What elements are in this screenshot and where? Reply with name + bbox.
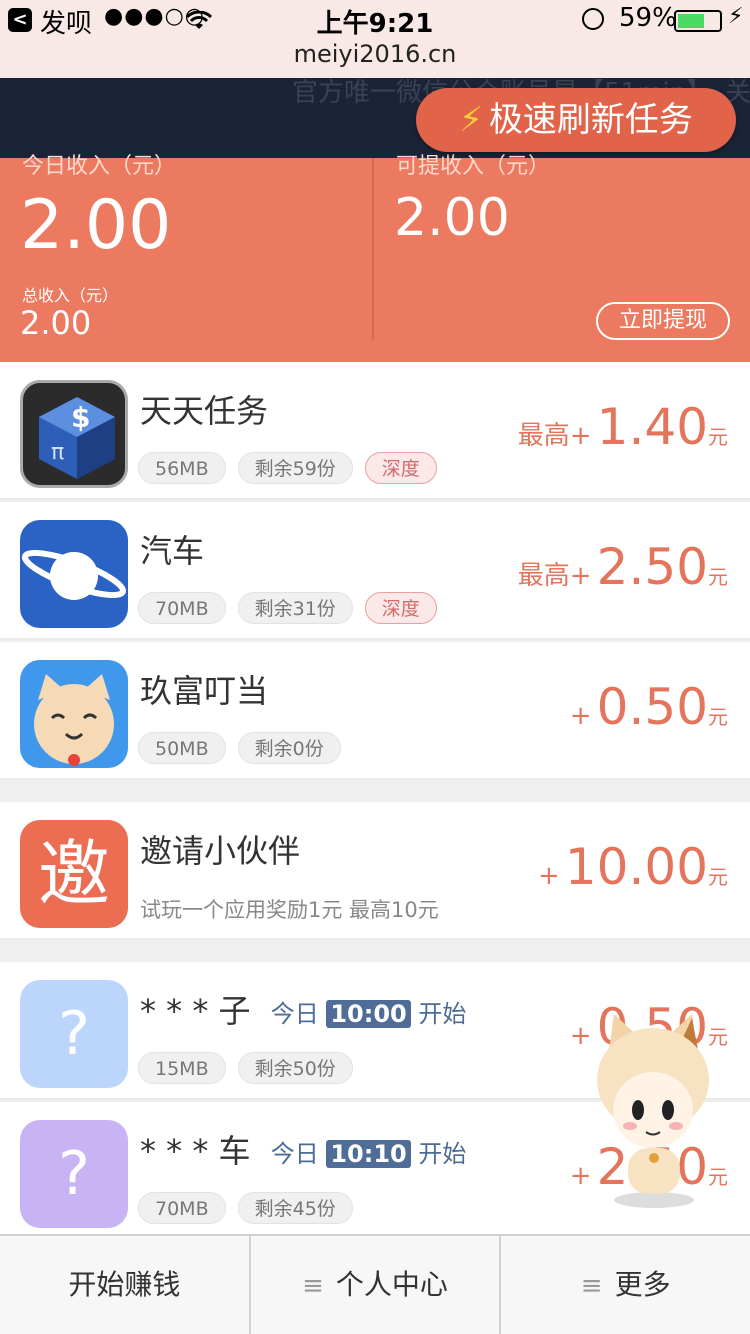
lightning-icon: ⚡ bbox=[459, 100, 483, 140]
charging-icon: ⚡ bbox=[728, 4, 744, 29]
masked-name: * * * 子 bbox=[140, 992, 251, 1030]
reward-prefix: + bbox=[537, 861, 560, 891]
reward-amount: 10.00 bbox=[564, 838, 708, 896]
tab-label: 个人中心 bbox=[335, 1268, 448, 1301]
task-reward: 最高+ 2.50元 bbox=[518, 538, 728, 596]
menu-icon: ≡ bbox=[302, 1271, 324, 1301]
question-mark-icon: ? bbox=[20, 980, 128, 1088]
invite-reward: + 10.00元 bbox=[538, 838, 728, 896]
total-income-label: 总收入（元） bbox=[22, 286, 119, 305]
schedule-time: 10:10 bbox=[326, 1140, 411, 1168]
total-income-value: 2.00 bbox=[20, 304, 92, 342]
reward-amount: 2.50 bbox=[596, 538, 708, 596]
reward-unit: 元 bbox=[708, 425, 728, 449]
menu-icon: ≡ bbox=[580, 1271, 603, 1301]
reward-prefix: 最高+ bbox=[517, 561, 592, 591]
reward-unit: 元 bbox=[708, 865, 728, 889]
task-reward: + 0.50元 bbox=[570, 678, 728, 736]
svg-text:$: $ bbox=[71, 401, 90, 434]
question-mark-icon: ? bbox=[20, 1120, 128, 1228]
remaining-tag: 剩余31份 bbox=[237, 592, 353, 624]
invite-icon: 邀 bbox=[20, 820, 128, 928]
reward-unit: 元 bbox=[708, 565, 728, 589]
schedule: 今日 10:10 开始 bbox=[270, 1140, 467, 1168]
depth-badge: 深度 bbox=[364, 452, 437, 484]
task-name: * * * 车 今日 10:10 开始 bbox=[140, 1126, 466, 1172]
remaining-tag: 剩余0份 bbox=[237, 732, 341, 764]
size-tag: 50MB bbox=[138, 732, 226, 764]
task-row[interactable]: $ π 天天任务 56MB 剩余59份 深度 最高+ 1.40元 bbox=[0, 362, 750, 500]
schedule-action: 开始 bbox=[418, 1140, 467, 1168]
size-tag: 70MB bbox=[138, 1192, 226, 1224]
tab-more[interactable]: ≡ 更多 bbox=[501, 1236, 750, 1334]
size-tag: 56MB bbox=[138, 452, 226, 484]
size-tag: 15MB bbox=[138, 1052, 226, 1084]
today-income-label: 今日收入（元） bbox=[22, 154, 177, 179]
refresh-tasks-button[interactable]: ⚡ 极速刷新任务 bbox=[416, 88, 736, 152]
remaining-tag: 剩余59份 bbox=[237, 452, 353, 484]
reward-amount: 0.50 bbox=[596, 678, 708, 736]
schedule-day: 今日 bbox=[270, 1000, 319, 1028]
today-income-value: 2.00 bbox=[20, 186, 172, 265]
remaining-tag: 剩余50份 bbox=[237, 1052, 353, 1084]
refresh-label: 极速刷新任务 bbox=[488, 100, 693, 140]
available-income-label: 可提收入（元） bbox=[396, 154, 551, 179]
schedule-day: 今日 bbox=[270, 1140, 319, 1168]
tab-label: 更多 bbox=[614, 1268, 671, 1301]
invite-title: 邀请小伙伴 bbox=[140, 832, 301, 870]
task-name: 汽车 bbox=[140, 532, 205, 570]
cat-mascot-icon[interactable] bbox=[584, 1010, 722, 1210]
task-name: 天天任务 bbox=[140, 392, 269, 430]
withdraw-button[interactable]: 立即提现 bbox=[596, 302, 730, 340]
dollar-cube-app-icon: $ π bbox=[20, 380, 128, 488]
battery-icon bbox=[674, 10, 722, 32]
income-panel: 今日收入（元） 2.00 总收入（元） 2.00 可提收入（元） 2.00 立即… bbox=[0, 154, 750, 362]
invite-subtitle: 试玩一个应用奖励1元 最高10元 bbox=[140, 898, 439, 922]
reward-amount: 1.40 bbox=[596, 398, 708, 456]
size-tag: 70MB bbox=[138, 592, 226, 624]
invite-row[interactable]: 邀 邀请小伙伴 试玩一个应用奖励1元 最高10元 + 10.00元 bbox=[0, 802, 750, 940]
depth-badge: 深度 bbox=[364, 592, 437, 624]
task-row[interactable]: 玖富叮当 50MB 剩余0份 + 0.50元 bbox=[0, 642, 750, 780]
tab-start-earning[interactable]: 开始赚钱 bbox=[0, 1236, 251, 1334]
available-income-value: 2.00 bbox=[394, 188, 510, 248]
bottom-tab-bar: 开始赚钱 ≡ 个人中心 ≡ 更多 bbox=[0, 1234, 750, 1334]
tab-profile[interactable]: ≡ 个人中心 bbox=[251, 1236, 502, 1334]
battery-percent: 59% bbox=[619, 3, 677, 33]
planet-app-icon bbox=[20, 520, 128, 628]
divider bbox=[372, 158, 374, 340]
task-name: 玖富叮当 bbox=[140, 672, 269, 710]
schedule: 今日 10:00 开始 bbox=[270, 1000, 467, 1028]
url-bar[interactable]: meiyi2016.cn bbox=[0, 40, 750, 78]
reward-unit: 元 bbox=[708, 705, 728, 729]
schedule-time: 10:00 bbox=[326, 1000, 411, 1028]
reward-prefix: + bbox=[569, 701, 592, 731]
reward-prefix: 最高+ bbox=[517, 421, 592, 451]
schedule-action: 开始 bbox=[418, 1000, 467, 1028]
svg-text:π: π bbox=[51, 440, 64, 465]
remaining-tag: 剩余45份 bbox=[237, 1192, 353, 1224]
masked-name: * * * 车 bbox=[140, 1132, 251, 1170]
task-name: * * * 子 今日 10:00 开始 bbox=[140, 986, 466, 1032]
cat-app-icon bbox=[20, 660, 128, 768]
tab-label: 开始赚钱 bbox=[68, 1268, 181, 1301]
status-bar: < 发呗 ●●●○○ 上午9:21 59% ⚡ bbox=[0, 0, 750, 40]
task-reward: 最高+ 1.40元 bbox=[518, 398, 728, 456]
rotation-lock-icon bbox=[582, 8, 604, 30]
task-row[interactable]: 汽车 70MB 剩余31份 深度 最高+ 2.50元 bbox=[0, 502, 750, 640]
